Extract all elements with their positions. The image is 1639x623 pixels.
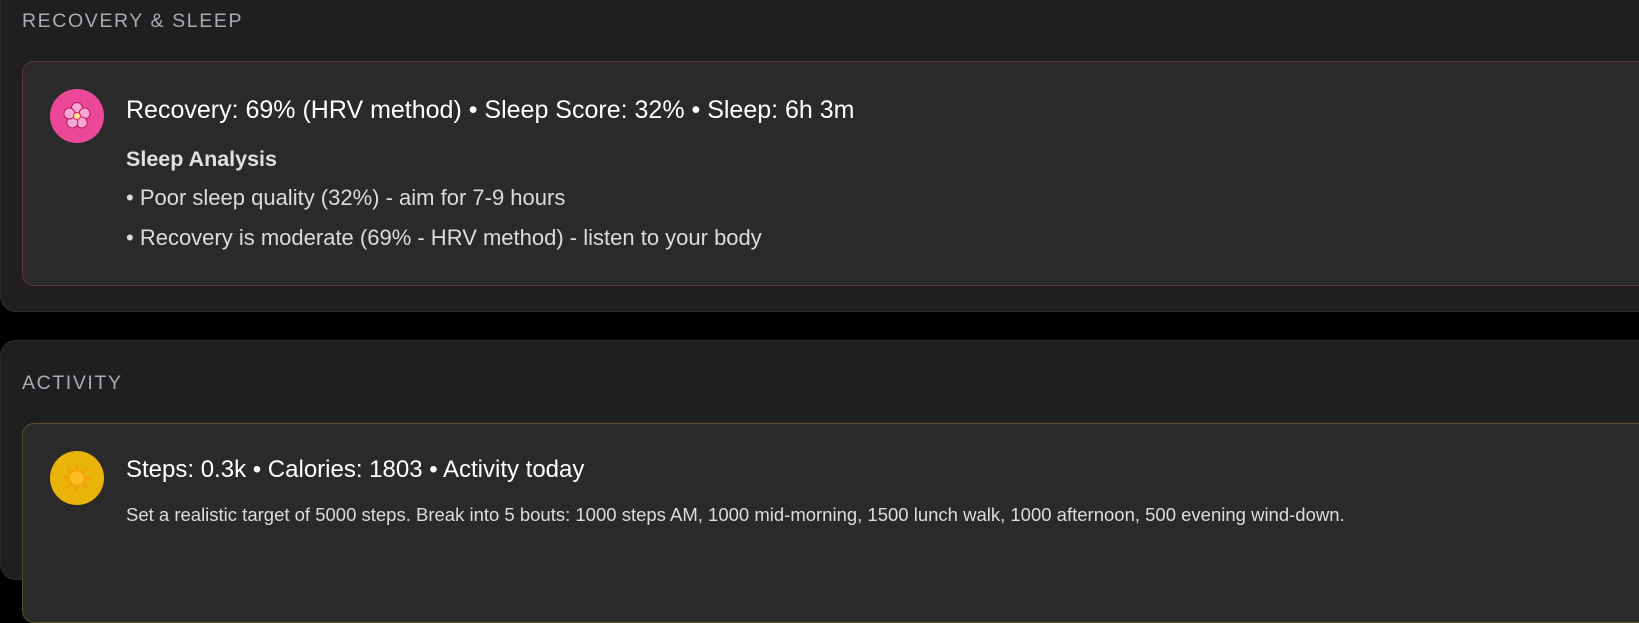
list-item: • Recovery is moderate (69% - HRV method… [126,225,762,250]
recovery-summary-title: Recovery: 69% (HRV method) • Sleep Score… [126,96,855,124]
activity-recommendation: Set a realistic target of 5000 steps. Br… [126,504,1345,525]
section-heading: RECOVERY & SLEEP [22,10,244,32]
cherry-blossom-icon [50,89,104,143]
list-item: • Poor sleep quality (32%) - aim for 7-9… [126,185,566,210]
sun-icon [50,451,104,505]
activity-section: ACTIVITY Steps: 0.3k • Calories: 1803 • … [0,340,1639,623]
sleep-analysis-heading: Sleep Analysis [126,147,277,171]
recovery-card: Recovery: 69% (HRV method) • Sleep Score… [22,61,1639,286]
activity-card: Steps: 0.3k • Calories: 1803 • Activity … [22,423,1639,623]
activity-summary-title: Steps: 0.3k • Calories: 1803 • Activity … [126,456,585,483]
section-heading: ACTIVITY [22,372,123,394]
recovery-sleep-section: RECOVERY & SLEEP Recovery: 69% (HRV meth… [0,0,1639,312]
